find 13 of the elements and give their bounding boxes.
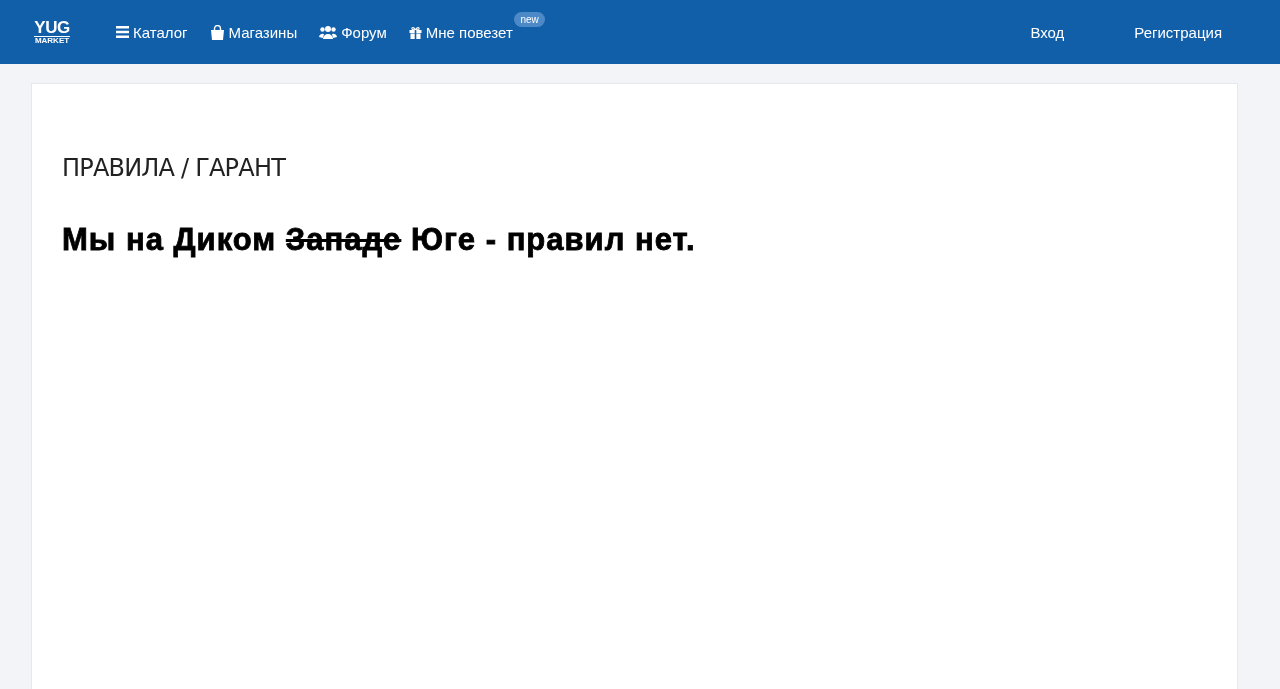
nav-link[interactable]: Форум bbox=[319, 23, 387, 41]
shopping-bag-icon bbox=[209, 24, 225, 40]
page-title: ПРАВИЛА / ГАРАНТ bbox=[62, 154, 287, 182]
auth-link[interactable]: Регистрация bbox=[1134, 23, 1222, 41]
nav-link[interactable]: Магазины bbox=[209, 23, 298, 41]
nav-link[interactable]: Каталог bbox=[116, 23, 188, 41]
menu-icon bbox=[116, 26, 129, 38]
logo[interactable]: YUG MARKET bbox=[32, 19, 72, 45]
auth-link[interactable]: Вход bbox=[1030, 23, 1065, 41]
gift-icon bbox=[408, 25, 422, 39]
heading: Мы на Диком Западе Юге - правил нет. bbox=[62, 222, 697, 258]
users-icon bbox=[319, 25, 338, 39]
new-badge: new bbox=[514, 11, 545, 27]
